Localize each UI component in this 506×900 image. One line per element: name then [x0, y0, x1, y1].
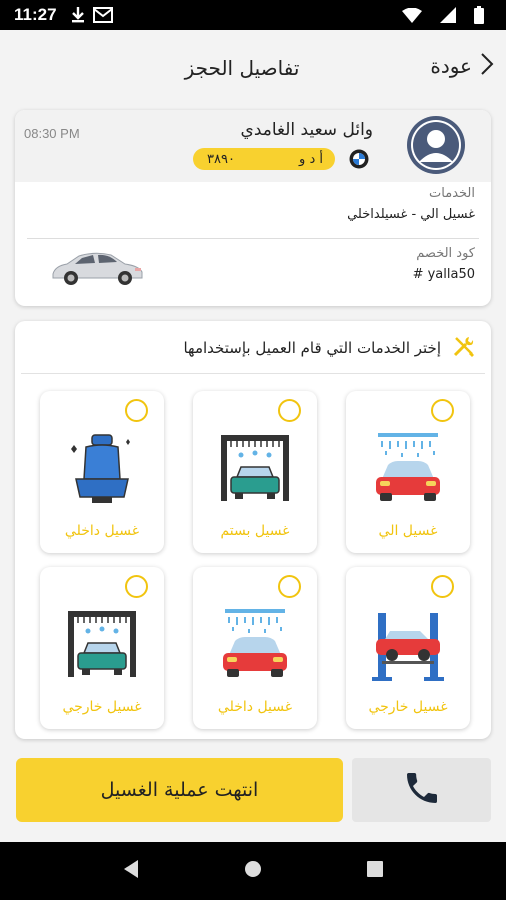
- service-tile-steam-wash[interactable]: غسيل بستم: [193, 391, 317, 553]
- bmw-logo-icon: [349, 149, 369, 173]
- back-button[interactable]: عودة: [430, 52, 494, 80]
- service-radio[interactable]: [125, 399, 148, 422]
- services-card: إختر الخدمات التي قام العميل بإستخدامها …: [15, 321, 491, 739]
- car-wash-shower-icon: [368, 431, 448, 515]
- service-tile-interior-wash-2[interactable]: غسيل داخلي: [193, 567, 317, 729]
- battery-icon: [474, 6, 484, 24]
- status-bar: 11:27: [0, 0, 506, 30]
- call-button[interactable]: [352, 758, 491, 822]
- page-title: تفاصيل الحجز: [184, 56, 300, 80]
- wifi-icon: [402, 7, 422, 23]
- square-recents-icon: [367, 861, 383, 881]
- customer-name: وائل سعيد الغامدي: [240, 120, 373, 140]
- finish-wash-label: انتهت عملية الغسيل: [100, 779, 259, 801]
- car-wash-tunnel-icon: [62, 607, 142, 691]
- services-value: غسيل الي - غسيلداخلي: [347, 207, 475, 222]
- car-wash-steam-icon: [215, 431, 295, 515]
- nav-recents-button[interactable]: [355, 851, 395, 891]
- circle-home-icon: [244, 860, 262, 882]
- avatar: [407, 116, 465, 174]
- booking-time: 08:30 PM: [24, 126, 80, 141]
- service-tile-automatic-wash[interactable]: غسيل الي: [346, 391, 470, 553]
- plate-letters: أ د و: [299, 151, 323, 167]
- plate-numbers: ٣٨٩٠: [207, 151, 235, 167]
- system-nav-bar: [0, 842, 506, 900]
- service-label: غسيل خارجي: [368, 699, 448, 715]
- divider: [21, 373, 485, 374]
- service-label: غسيل الي: [378, 523, 438, 539]
- gmail-icon: [92, 7, 113, 23]
- service-tile-exterior-wash[interactable]: غسيل خارجي: [346, 567, 470, 729]
- services-label: الخدمات: [429, 186, 475, 201]
- plate-badge: ٣٨٩٠ أ د و: [193, 148, 335, 170]
- divider: [27, 238, 479, 239]
- service-radio[interactable]: [431, 399, 454, 422]
- chevron-right-icon: [480, 52, 494, 80]
- app-header: تفاصيل الحجز عودة: [0, 30, 506, 102]
- booking-card: وائل سعيد الغامدي ٣٨٩٠ أ د و 08:30 PM ال…: [15, 110, 491, 306]
- service-label: غسيل داخلي: [64, 523, 140, 539]
- services-header: إختر الخدمات التي قام العميل بإستخدامها: [183, 335, 475, 361]
- car-image: [49, 248, 145, 292]
- service-label: غسيل داخلي: [217, 699, 293, 715]
- booking-card-header: وائل سعيد الغامدي ٣٨٩٠ أ د و 08:30 PM: [15, 110, 491, 182]
- discount-value: # yalla50: [412, 267, 475, 282]
- car-wash-shower-icon: [215, 607, 295, 691]
- services-title: إختر الخدمات التي قام العميل بإستخدامها: [183, 339, 441, 357]
- service-tile-exterior-wash-2[interactable]: غسيل خارجي: [40, 567, 164, 729]
- nav-home-button[interactable]: [233, 851, 273, 891]
- back-label: عودة: [430, 54, 472, 78]
- discount-label: كود الخصم: [416, 246, 475, 261]
- service-label: غسيل خارجي: [62, 699, 142, 715]
- service-radio[interactable]: [278, 399, 301, 422]
- service-radio[interactable]: [278, 575, 301, 598]
- finish-wash-button[interactable]: انتهت عملية الغسيل: [16, 758, 343, 822]
- car-seat-icon: [62, 431, 142, 515]
- download-icon: [71, 7, 85, 23]
- car-lift-icon: [368, 607, 448, 691]
- signal-icon: [440, 7, 456, 23]
- service-label: غسيل بستم: [220, 523, 290, 539]
- service-radio[interactable]: [431, 575, 454, 598]
- service-radio[interactable]: [125, 575, 148, 598]
- triangle-back-icon: [122, 859, 140, 883]
- tools-icon: [453, 335, 475, 361]
- phone-icon: [402, 768, 442, 812]
- status-time: 11:27: [14, 5, 57, 24]
- nav-back-button[interactable]: [111, 851, 151, 891]
- service-tile-interior-wash[interactable]: غسيل داخلي: [40, 391, 164, 553]
